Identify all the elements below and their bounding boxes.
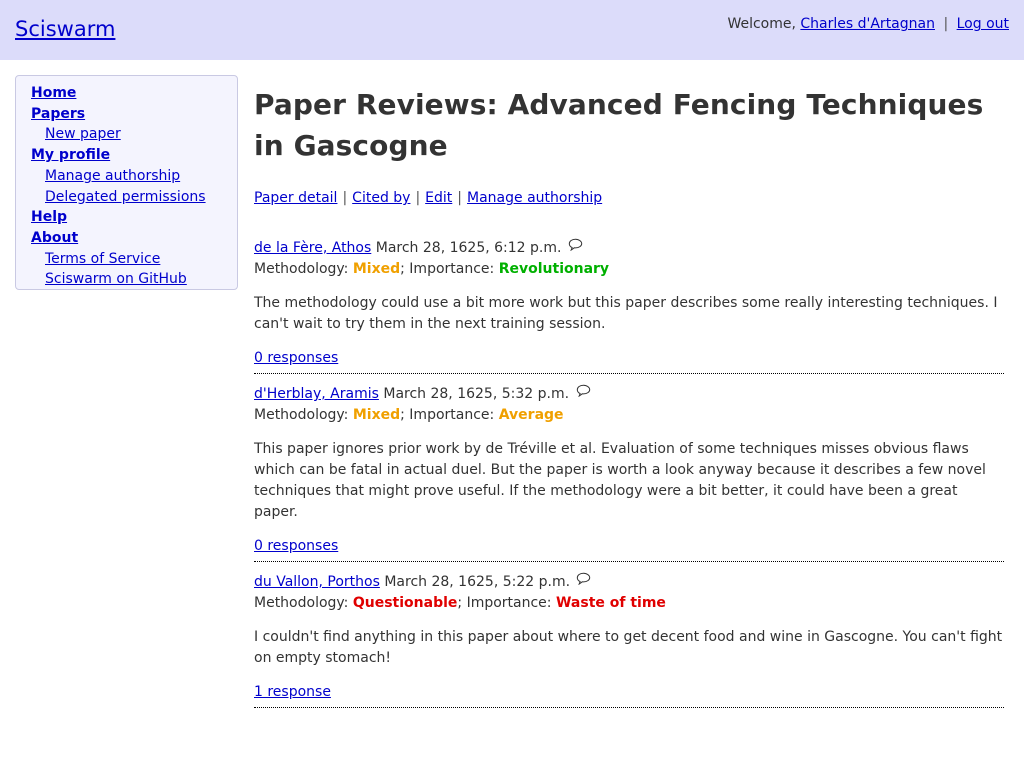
review-ratings: Methodology: Mixed; Importance: Revoluti… [254, 259, 1004, 279]
importance-value: Average [498, 407, 564, 423]
comment-icon[interactable] [576, 571, 591, 592]
methodology-label: Methodology: [254, 407, 349, 423]
review-header: de la Fère, Athos March 28, 1625, 6:12 p… [254, 237, 1004, 259]
sidebar-item-github[interactable]: Sciswarm on GitHub [31, 269, 237, 290]
user-profile-link[interactable]: Charles d'Artagnan [800, 16, 935, 32]
sidebar-item-manage-authorship[interactable]: Manage authorship [31, 166, 237, 187]
methodology-value: Mixed [352, 407, 401, 423]
paper-detail-link[interactable]: Paper detail [254, 190, 337, 206]
review-header: d'Herblay, Aramis March 28, 1625, 5:32 p… [254, 383, 1004, 405]
responses-link[interactable]: 0 responses [254, 350, 338, 366]
methodology-value: Questionable [352, 595, 458, 611]
review-author-link[interactable]: du Vallon, Porthos [254, 574, 380, 590]
userbar-separator: | [943, 16, 949, 32]
review-date: March 28, 1625, 5:32 p.m. [383, 386, 570, 402]
sidebar-item-home[interactable]: Home [31, 83, 237, 104]
paper-subnav: Paper detail | Cited by | Edit | Manage author… [254, 188, 1004, 208]
review-date: March 28, 1625, 6:12 p.m. [375, 240, 562, 256]
importance-label: ; Importance: [400, 261, 495, 277]
site-name-link[interactable]: Sciswarm [15, 17, 115, 41]
sidebar-nav: Home Papers New paper My profile Manage … [15, 75, 238, 290]
methodology-label: Methodology: [254, 595, 349, 611]
methodology-label: Methodology: [254, 261, 349, 277]
sidebar-item-delegated-permissions[interactable]: Delegated permissions [31, 187, 237, 208]
review-header: du Vallon, Porthos March 28, 1625, 5:22 … [254, 571, 1004, 593]
sidebar-item-terms-of-service[interactable]: Terms of Service [31, 249, 237, 270]
review-text: The methodology could use a bit more wor… [254, 295, 998, 332]
main-content: Paper Reviews: Advanced Fencing Techniqu… [254, 84, 1004, 717]
cited-by-link[interactable]: Cited by [352, 190, 410, 206]
review-author-link[interactable]: d'Herblay, Aramis [254, 386, 379, 402]
subnav-separator: | [457, 190, 463, 206]
importance-value: Revolutionary [498, 261, 610, 277]
review-ratings: Methodology: Questionable; Importance: W… [254, 593, 1004, 613]
importance-label: ; Importance: [400, 407, 495, 423]
manage-authorship-link[interactable]: Manage authorship [467, 190, 602, 206]
review-item: d'Herblay, Aramis March 28, 1625, 5:32 p… [254, 383, 1004, 562]
review-item: de la Fère, Athos March 28, 1625, 6:12 p… [254, 237, 1004, 374]
welcome-text: Welcome, [727, 16, 796, 32]
importance-label: ; Importance: [457, 595, 552, 611]
subnav-separator: | [342, 190, 348, 206]
responses-link[interactable]: 1 response [254, 684, 331, 700]
sidebar-item-new-paper[interactable]: New paper [31, 124, 237, 145]
review-date: March 28, 1625, 5:22 p.m. [384, 574, 571, 590]
comment-icon[interactable] [568, 237, 583, 258]
sidebar-item-help[interactable]: Help [31, 207, 237, 228]
subnav-separator: | [415, 190, 421, 206]
sidebar-item-papers[interactable]: Papers [31, 104, 237, 125]
review-author-link[interactable]: de la Fère, Athos [254, 240, 371, 256]
comment-icon[interactable] [576, 383, 591, 404]
review-text: I couldn't find anything in this paper a… [254, 629, 1003, 666]
review-item: du Vallon, Porthos March 28, 1625, 5:22 … [254, 571, 1004, 708]
importance-value: Waste of time [555, 595, 666, 611]
review-text: This paper ignores prior work by de Trév… [254, 441, 986, 520]
sidebar-item-about[interactable]: About [31, 228, 237, 249]
sidebar-item-my-profile[interactable]: My profile [31, 145, 237, 166]
responses-link[interactable]: 0 responses [254, 538, 338, 554]
review-ratings: Methodology: Mixed; Importance: Average [254, 405, 1004, 425]
page-title: Paper Reviews: Advanced Fencing Techniqu… [254, 88, 984, 162]
edit-link[interactable]: Edit [425, 190, 452, 206]
review-list: de la Fère, Athos March 28, 1625, 6:12 p… [254, 237, 1004, 708]
user-bar: Welcome, Charles d'Artagnan | Log out [727, 16, 1009, 32]
logout-link[interactable]: Log out [957, 16, 1009, 32]
site-header: Sciswarm Welcome, Charles d'Artagnan | L… [0, 0, 1024, 60]
methodology-value: Mixed [352, 261, 401, 277]
